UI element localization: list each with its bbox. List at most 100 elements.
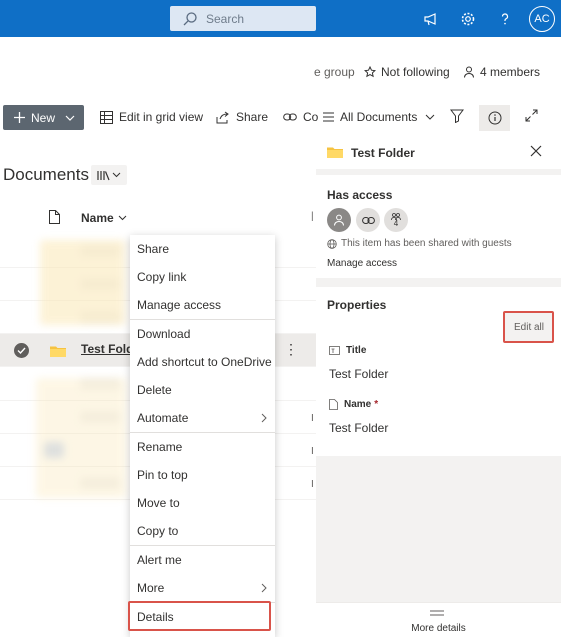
menu-item-pin-to-top[interactable]: Pin to top bbox=[130, 463, 275, 487]
grid-icon bbox=[100, 110, 113, 124]
menu-item-copy-to[interactable]: Copy to bbox=[130, 519, 275, 543]
page-title: Documents bbox=[3, 165, 89, 184]
share-button[interactable]: Share bbox=[216, 110, 268, 124]
properties-heading: Properties bbox=[327, 298, 387, 312]
more-details-label: More details bbox=[411, 623, 466, 634]
access-count: 4 bbox=[393, 218, 399, 228]
copy-link-button[interactable]: Co bbox=[283, 110, 318, 124]
close-icon[interactable] bbox=[530, 145, 542, 157]
members-button[interactable]: 4 members bbox=[463, 65, 540, 79]
menu-divider bbox=[130, 545, 275, 546]
file-icon bbox=[329, 399, 338, 410]
filter-button[interactable] bbox=[450, 109, 464, 123]
link-icon bbox=[283, 113, 297, 121]
follow-button[interactable]: Not following bbox=[364, 65, 450, 79]
help-icon[interactable] bbox=[495, 9, 515, 29]
more-options-icon[interactable]: ⋮ bbox=[284, 341, 298, 358]
name-column-header[interactable]: Name bbox=[81, 211, 127, 225]
members-label: 4 members bbox=[480, 65, 541, 79]
new-button[interactable]: New bbox=[3, 105, 84, 130]
globe-icon bbox=[327, 238, 337, 249]
menu-item-alert-me[interactable]: Alert me bbox=[130, 548, 275, 572]
folder-icon bbox=[50, 346, 66, 357]
shared-text: This item has been shared with guests bbox=[341, 238, 512, 249]
details-panel: Test Folder Has access 4 This item has b… bbox=[316, 131, 561, 637]
follow-label: Not following bbox=[381, 65, 450, 79]
link-icon[interactable] bbox=[356, 208, 380, 232]
new-label: New bbox=[31, 110, 56, 125]
menu-item-label: Alert me bbox=[137, 553, 182, 567]
menu-item-delete[interactable]: Delete bbox=[130, 378, 275, 402]
menu-item-label: Manage access bbox=[137, 298, 222, 312]
folder-icon bbox=[327, 147, 343, 158]
manage-access-link[interactable]: Manage access bbox=[327, 258, 397, 269]
details-highlight-box bbox=[128, 601, 271, 631]
menu-item-label: Pin to top bbox=[137, 468, 188, 482]
edit-grid-label: Edit in grid view bbox=[119, 110, 204, 124]
chevron-down-icon bbox=[112, 172, 121, 178]
name-field-value[interactable]: Test Folder bbox=[329, 421, 388, 435]
share-label: Share bbox=[236, 110, 269, 124]
column-edge-mark: I bbox=[311, 479, 314, 490]
title-field-value[interactable]: Test Folder bbox=[329, 367, 388, 381]
gear-icon[interactable] bbox=[458, 9, 478, 29]
menu-item-label: Copy to bbox=[137, 524, 179, 538]
menu-item-label: Share bbox=[137, 242, 170, 256]
context-menu: Share Copy link Manage access Download A… bbox=[130, 235, 275, 637]
name-column-label: Name bbox=[81, 211, 114, 225]
search-placeholder: Search bbox=[206, 11, 245, 26]
menu-item-more[interactable]: More bbox=[130, 576, 275, 600]
edit-grid-button[interactable]: Edit in grid view bbox=[100, 110, 203, 124]
menu-item-manage-access[interactable]: Manage access bbox=[130, 293, 275, 317]
required-mark: * bbox=[374, 399, 379, 410]
info-button[interactable] bbox=[479, 105, 510, 131]
menu-item-move-to[interactable]: Move to bbox=[130, 491, 275, 515]
list-icon bbox=[323, 112, 334, 122]
menu-item-add-shortcut[interactable]: Add shortcut to OneDrive bbox=[130, 350, 275, 374]
edit-all-highlight-box bbox=[503, 311, 554, 343]
column-header-row: Name | bbox=[0, 210, 316, 226]
has-access-heading: Has access bbox=[327, 188, 393, 202]
more-details-button[interactable]: More details bbox=[316, 602, 561, 637]
blurred-thumbnail bbox=[40, 240, 125, 325]
plus-icon bbox=[14, 112, 25, 123]
checkmark-icon[interactable] bbox=[14, 343, 29, 358]
menu-item-label: More bbox=[137, 581, 165, 595]
title-label-text: Title bbox=[346, 345, 367, 356]
expand-button[interactable] bbox=[525, 109, 538, 122]
column-edge-mark: I bbox=[311, 446, 314, 457]
info-icon bbox=[488, 111, 501, 125]
menu-item-label: Move to bbox=[137, 496, 180, 510]
menu-item-label: Download bbox=[137, 327, 191, 341]
menu-item-rename[interactable]: Rename bbox=[130, 435, 275, 459]
view-selector[interactable]: All Documents bbox=[323, 110, 435, 124]
menu-item-copy-link[interactable]: Copy link bbox=[130, 265, 275, 289]
chevron-right-icon bbox=[261, 583, 267, 593]
group-text: e group bbox=[314, 65, 355, 79]
person-icon[interactable] bbox=[327, 208, 351, 232]
search-icon bbox=[183, 11, 197, 25]
menu-item-label: Delete bbox=[137, 383, 172, 397]
menu-item-label: Automate bbox=[137, 411, 189, 425]
chevron-down-icon bbox=[426, 114, 435, 120]
view-options-button[interactable] bbox=[91, 165, 127, 185]
command-bar: New Edit in grid view Share Co All Docum… bbox=[0, 105, 561, 131]
title-field-label: Title bbox=[329, 345, 366, 356]
people-count-chip[interactable]: 4 bbox=[384, 208, 408, 232]
menu-lines-icon bbox=[430, 610, 444, 616]
search-box[interactable]: Search bbox=[170, 6, 316, 31]
panel-header: Test Folder bbox=[316, 131, 561, 169]
menu-item-automate[interactable]: Automate bbox=[130, 406, 275, 430]
megaphone-icon[interactable] bbox=[421, 9, 441, 29]
expand-icon bbox=[525, 109, 538, 122]
avatar[interactable]: AC bbox=[529, 6, 555, 32]
filter-icon bbox=[450, 109, 464, 123]
text-field-icon bbox=[329, 346, 340, 355]
file-type-icon bbox=[49, 210, 60, 224]
copy-link-label: Co bbox=[303, 110, 319, 124]
menu-item-share[interactable]: Share bbox=[130, 237, 275, 261]
menu-item-download[interactable]: Download bbox=[130, 322, 275, 346]
blurred-thumbnail bbox=[36, 378, 126, 498]
chevron-down-icon bbox=[65, 115, 75, 121]
chevron-right-icon bbox=[261, 413, 267, 423]
